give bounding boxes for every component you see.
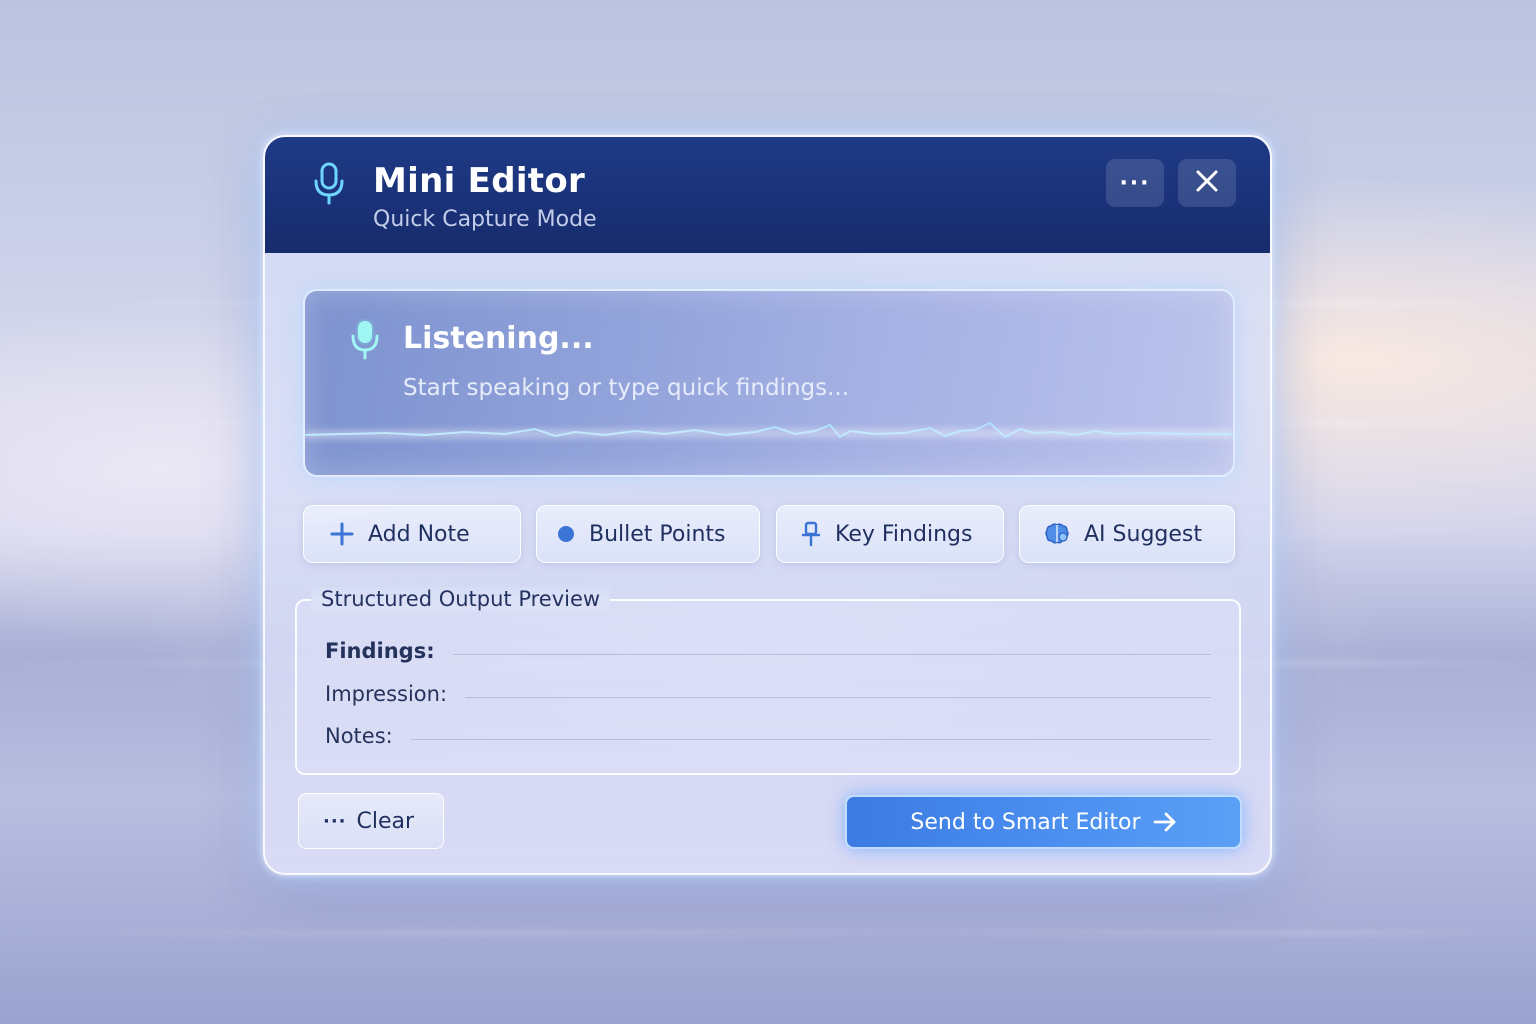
more-options-button[interactable]: ··· — [1106, 159, 1164, 207]
field-label: Notes: — [325, 724, 393, 748]
field-line — [465, 696, 1211, 698]
field-label: Impression: — [325, 682, 448, 706]
brain-icon — [1044, 522, 1070, 546]
audio-waveform — [305, 421, 1233, 439]
more-icon: ··· — [1119, 170, 1151, 196]
send-to-smart-editor-button[interactable]: Send to Smart Editor — [845, 795, 1242, 849]
listening-status: Listening... — [403, 321, 594, 356]
send-label: Send to Smart Editor — [910, 809, 1141, 835]
dictation-input-panel[interactable]: Listening... Start speaking or type quic… — [303, 289, 1235, 477]
bullet-points-label: Bullet Points — [589, 521, 726, 547]
close-button[interactable] — [1178, 159, 1236, 207]
clear-button[interactable]: ··· Clear — [298, 793, 444, 849]
add-note-button[interactable]: Add Note — [303, 505, 521, 563]
key-findings-label: Key Findings — [835, 521, 973, 547]
close-icon — [1195, 169, 1219, 197]
preview-field-impression[interactable]: Impression: — [325, 680, 1211, 708]
more-icon: ··· — [323, 810, 347, 832]
pin-icon — [801, 521, 821, 547]
background-streak — [0, 930, 1536, 936]
field-line — [452, 653, 1211, 655]
preview-legend: Structured Output Preview — [311, 587, 611, 611]
title-bar[interactable]: Mini Editor Quick Capture Mode ··· — [265, 137, 1270, 253]
window-title: Mini Editor — [373, 161, 586, 201]
mini-editor-window: Mini Editor Quick Capture Mode ··· Liste… — [263, 135, 1272, 875]
field-label: Findings: — [325, 639, 435, 663]
ai-suggest-button[interactable]: AI Suggest — [1019, 505, 1235, 563]
dictation-placeholder: Start speaking or type quick findings... — [403, 375, 850, 401]
clear-label: Clear — [356, 808, 415, 834]
structured-output-preview: Structured Output Preview Findings: Impr… — [295, 587, 1241, 775]
bullet-icon — [557, 525, 575, 543]
preview-field-findings[interactable]: Findings: — [325, 637, 1211, 665]
field-line — [410, 738, 1211, 740]
microphone-icon — [348, 319, 382, 361]
ai-suggest-label: AI Suggest — [1084, 521, 1202, 547]
plus-icon — [330, 522, 354, 546]
preview-field-notes[interactable]: Notes: — [325, 722, 1211, 750]
window-subtitle: Quick Capture Mode — [373, 207, 597, 232]
arrow-right-icon — [1153, 812, 1177, 832]
add-note-label: Add Note — [368, 521, 470, 547]
bullet-points-button[interactable]: Bullet Points — [536, 505, 760, 563]
microphone-icon — [309, 161, 349, 207]
key-findings-button[interactable]: Key Findings — [776, 505, 1004, 563]
